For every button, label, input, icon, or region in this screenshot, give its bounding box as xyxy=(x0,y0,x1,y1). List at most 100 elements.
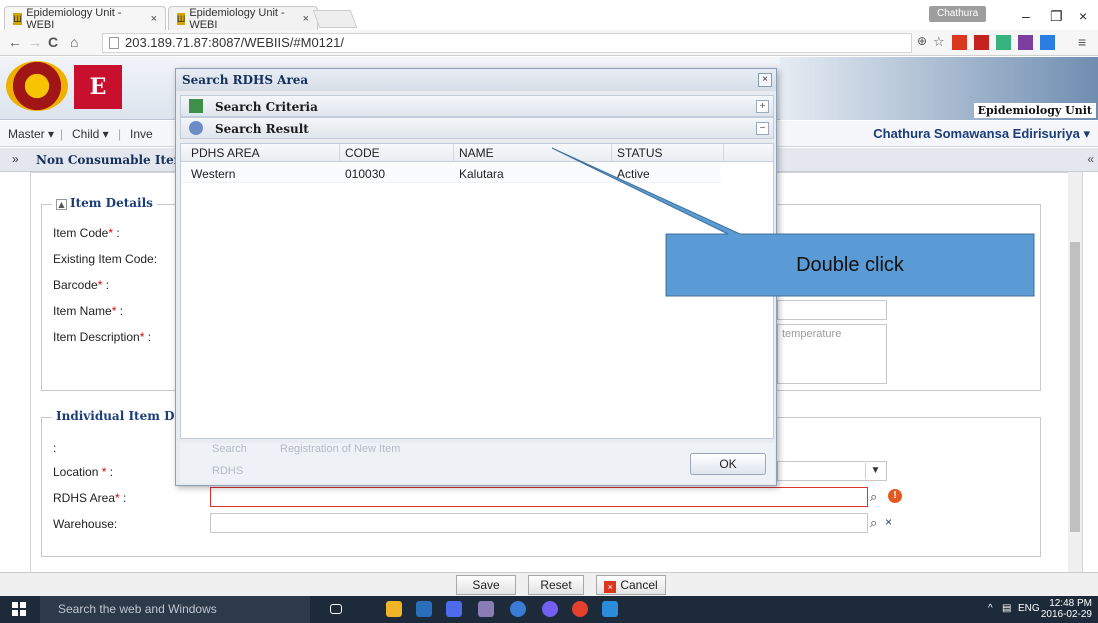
expand-panel-icon[interactable]: + xyxy=(756,100,769,113)
reload-icon[interactable]: C xyxy=(48,34,58,50)
cell-code: 010030 xyxy=(345,167,386,181)
home-icon[interactable]: ⌂ xyxy=(70,34,78,50)
expand-icon[interactable]: » xyxy=(12,152,19,166)
app-w-icon[interactable] xyxy=(602,601,618,617)
clock[interactable]: 12:48 PM 2016-02-29 xyxy=(1041,598,1092,620)
ok-button[interactable]: OK xyxy=(690,453,766,475)
language-indicator[interactable]: ENG xyxy=(1018,603,1040,614)
cancel-icon: × xyxy=(604,581,617,593)
cell-area: Western xyxy=(191,167,236,181)
bookmark-star-icon[interactable]: ☆ xyxy=(933,34,945,50)
collapse-panel-icon[interactable]: − xyxy=(756,122,769,135)
favicon-icon: Ш xyxy=(177,12,186,25)
collapse-toggle-icon[interactable]: ▲ xyxy=(56,199,67,210)
location-label: Location * : xyxy=(53,465,114,479)
task-view-icon[interactable] xyxy=(330,604,342,614)
extension-icon[interactable] xyxy=(1040,35,1055,50)
search-icon[interactable]: ⌕ xyxy=(870,489,877,505)
item-name-input[interactable] xyxy=(777,300,887,320)
rdhs-area-label: RDHS Area* : xyxy=(53,491,127,505)
save-button[interactable]: Save xyxy=(456,575,516,595)
dialog-footer: Search Registration of New Item RDHS OK xyxy=(180,443,774,483)
menu-child[interactable]: Child ▾ xyxy=(72,127,109,141)
scrollbar-thumb[interactable] xyxy=(1070,242,1080,532)
item-code-label: Item Code* : xyxy=(53,226,120,240)
error-icon: ! xyxy=(888,489,902,503)
item-description-input[interactable]: temperature xyxy=(777,324,887,384)
tab-title: Epidemiology Unit - WEBI xyxy=(26,6,122,31)
tab-close-icon[interactable]: × xyxy=(151,13,157,25)
ghost-radio-new: Registration of New Item xyxy=(280,443,401,455)
menu-inventory[interactable]: Inve xyxy=(130,127,153,141)
tab-title: Epidemiology Unit - WEBI xyxy=(189,6,285,31)
favicon-icon: Ш xyxy=(13,12,23,25)
notification-icon[interactable]: ▤ xyxy=(1002,603,1011,614)
search-result-title: Search Result xyxy=(215,122,309,136)
collapse-icon[interactable]: « xyxy=(1087,152,1094,166)
item-details-legend[interactable]: ▲ Item Details xyxy=(52,196,157,210)
col-header-code[interactable]: CODE xyxy=(345,146,380,160)
viber-icon[interactable] xyxy=(542,601,558,617)
close-window-button[interactable]: × xyxy=(1079,8,1087,24)
search-icon[interactable]: ⌕ xyxy=(870,515,877,531)
browser-toolbar: ← → C ⌂ 203.189.71.87:8087/WEBIIS/#M0121… xyxy=(0,30,1098,56)
windows-start-icon[interactable] xyxy=(12,602,26,616)
app-icon[interactable] xyxy=(446,601,462,617)
search-result-panel[interactable]: Search Result − xyxy=(180,117,774,139)
minimize-button[interactable]: – xyxy=(1022,8,1030,24)
taskbar-search[interactable]: Search the web and Windows xyxy=(40,596,310,623)
snipping-icon[interactable] xyxy=(478,601,494,617)
chevron-down-icon[interactable]: ▼ xyxy=(865,463,885,479)
menu-master[interactable]: Master ▾ xyxy=(8,127,54,141)
col-header-name[interactable]: NAME xyxy=(459,146,494,160)
url-text: 203.189.71.87:8087/WEBIIS/#M0121/ xyxy=(125,35,344,50)
taskbar: Search the web and Windows ^ ▤ ENG 12:48… xyxy=(0,596,1098,623)
media-icon[interactable] xyxy=(416,601,432,617)
org-label: Epidemiology Unit xyxy=(973,103,1096,118)
onenote-icon[interactable] xyxy=(1018,35,1033,50)
item-name-label: Item Name* : xyxy=(53,304,124,318)
dialog-title: Search RDHS Area xyxy=(176,69,776,91)
epid-logo: E xyxy=(74,65,122,109)
maximize-button[interactable]: ❐ xyxy=(1050,8,1063,25)
browser-tab[interactable]: Ш Epidemiology Unit - WEBI × xyxy=(4,6,166,31)
search-criteria-panel[interactable]: Search Criteria + xyxy=(180,95,774,117)
page-icon xyxy=(109,37,119,49)
app-r-icon[interactable] xyxy=(510,601,526,617)
file-explorer-icon[interactable] xyxy=(386,601,402,617)
cancel-button[interactable]: × Cancel xyxy=(596,575,666,595)
address-bar[interactable]: 203.189.71.87:8087/WEBIIS/#M0121/ xyxy=(102,33,912,53)
menu-icon[interactable]: ≡ xyxy=(1078,34,1086,50)
profile-button[interactable]: Chathura xyxy=(929,6,987,22)
colon-label: : xyxy=(53,441,57,455)
warehouse-label: Warehouse: xyxy=(53,517,118,531)
warehouse-input[interactable] xyxy=(210,513,868,533)
gmail-icon[interactable] xyxy=(974,35,989,50)
grid-header: PDHS AREA CODE NAME STATUS xyxy=(181,144,773,162)
user-menu[interactable]: Chathura Somawansa Edirisuriya ▾ xyxy=(873,126,1090,142)
chrome-icon[interactable] xyxy=(572,601,588,617)
browser-tab[interactable]: Ш Epidemiology Unit - WEBI × xyxy=(168,6,318,31)
barcode-label: Barcode* : xyxy=(53,278,110,292)
form-icon xyxy=(189,99,203,113)
table-row[interactable]: Western 010030 Kalutara Active xyxy=(181,163,721,183)
extension-icon[interactable] xyxy=(952,35,967,50)
col-header-area[interactable]: PDHS AREA xyxy=(191,146,260,160)
tab-close-icon[interactable]: × xyxy=(303,13,309,25)
browser-tabstrip: Ш Epidemiology Unit - WEBI × Ш Epidemiol… xyxy=(0,0,1098,31)
dialog-close-button[interactable]: × xyxy=(758,73,772,87)
new-tab-button[interactable] xyxy=(312,10,358,28)
col-header-status[interactable]: STATUS xyxy=(617,146,663,160)
forward-icon[interactable]: → xyxy=(28,34,42,50)
reset-button[interactable]: Reset xyxy=(528,575,584,595)
button-bar: Save Reset × Cancel xyxy=(0,572,1098,596)
back-icon[interactable]: ← xyxy=(8,34,22,50)
result-icon xyxy=(189,121,203,135)
rdhs-area-input[interactable] xyxy=(210,487,868,507)
search-criteria-title: Search Criteria xyxy=(215,100,318,114)
zoom-icon[interactable]: ⊕ xyxy=(917,34,927,48)
extension-icon[interactable] xyxy=(996,35,1011,50)
tray-chevron-icon[interactable]: ^ xyxy=(988,603,993,614)
clear-icon[interactable]: × xyxy=(885,515,892,529)
form-scrollbar[interactable] xyxy=(1068,172,1082,572)
